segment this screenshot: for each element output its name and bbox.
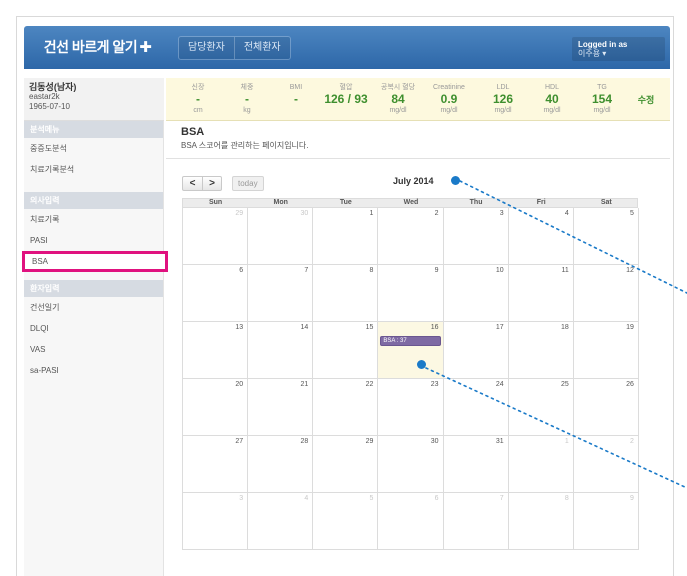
callout-line: [459, 180, 687, 294]
callout-line: [425, 367, 687, 489]
annotation-callouts: [425, 180, 687, 489]
annotation-marker: [451, 176, 460, 185]
annotation-marker: [417, 360, 426, 369]
